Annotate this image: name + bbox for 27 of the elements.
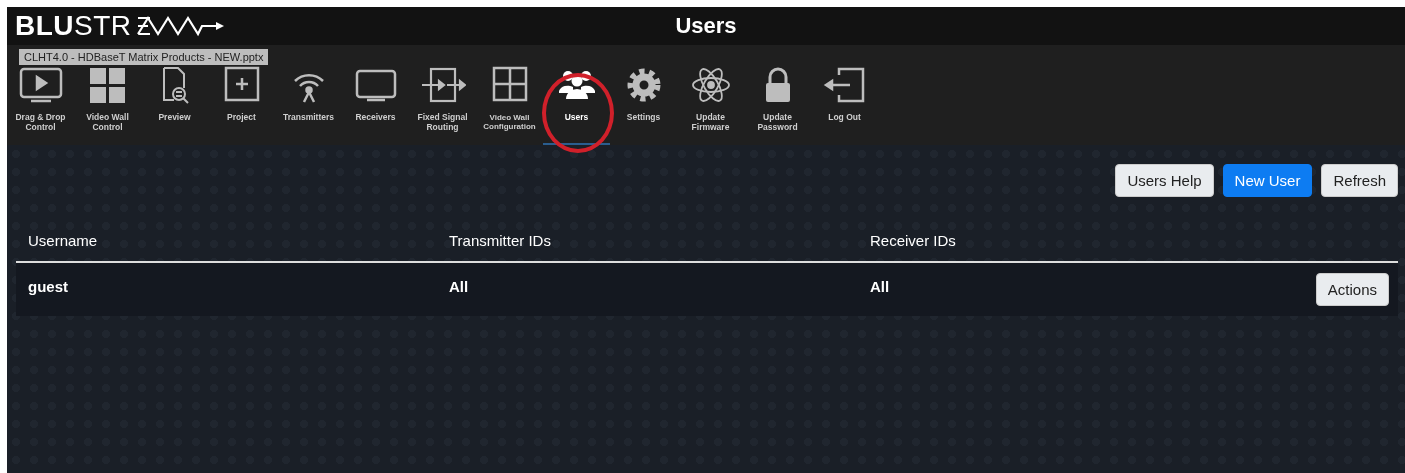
nav-item[interactable]: Log Out xyxy=(811,65,878,145)
nav-item[interactable]: Fixed Signal Routing xyxy=(409,65,476,145)
column-header: Transmitter IDs xyxy=(449,232,552,249)
routing-arrows-icon xyxy=(419,65,466,105)
nav-item[interactable]: Video Wall Control xyxy=(74,65,141,145)
actions-button[interactable]: Actions xyxy=(1315,273,1389,306)
nav-item[interactable]: Update Firmware xyxy=(677,65,744,145)
play-screen-icon xyxy=(17,65,64,105)
table-cell-text: guest xyxy=(28,277,69,295)
nav-item[interactable]: Preview xyxy=(141,65,208,145)
nav-item[interactable]: Receivers xyxy=(342,65,409,145)
page-title: Users xyxy=(674,13,738,39)
toolbar-button[interactable]: Refresh xyxy=(1321,164,1398,197)
column-header: Username xyxy=(28,232,99,249)
brand-logo: BLUSTR xyxy=(15,10,132,42)
nav-item[interactable]: Settings xyxy=(610,65,677,145)
toolbar-button[interactable]: New User xyxy=(1222,164,1313,197)
table-cell-text: All xyxy=(870,277,891,295)
nav-item[interactable]: Project xyxy=(208,65,275,145)
table-cell-text: All xyxy=(449,277,470,295)
nav-item[interactable]: Transmitters xyxy=(275,65,342,145)
toolbar-button[interactable]: Users Help xyxy=(1115,164,1214,197)
nav-item[interactable]: Drag & Drop Control xyxy=(7,65,74,145)
nav-item[interactable]: Video Wall Configuration xyxy=(476,65,543,145)
column-header: Receiver IDs xyxy=(870,232,957,249)
nav-item[interactable]: Update Password xyxy=(744,65,811,145)
tooltip: CLHT4.0 - HDBaseT Matrix Products - NEW.pptx xyxy=(19,49,269,65)
